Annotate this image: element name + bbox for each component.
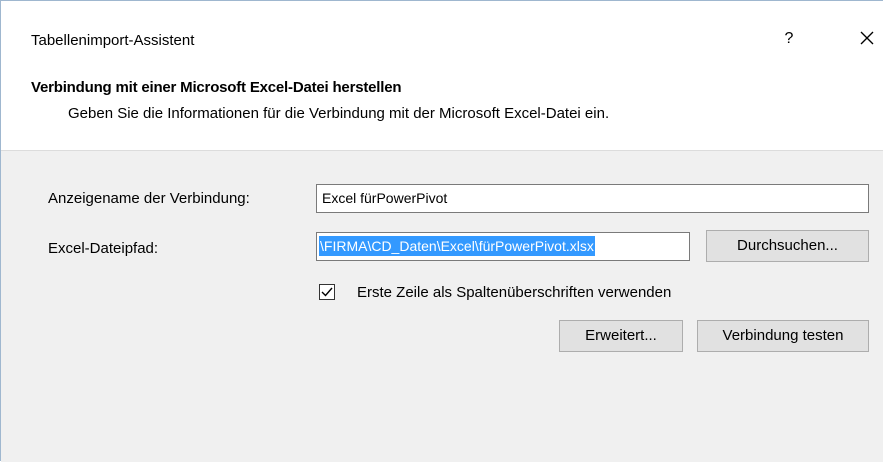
checkmark-icon [320,285,334,299]
window-title: Tabellenimport-Assistent [31,32,195,49]
connection-name-input[interactable]: Excel fürPowerPivot [316,184,869,213]
connection-name-label: Anzeigename der Verbindung: [48,190,250,207]
first-row-headers-checkbox[interactable] [319,284,335,300]
test-connection-button[interactable]: Verbindung testen [697,320,869,352]
file-path-input[interactable]: \FIRMA\CD_Daten\Excel\fürPowerPivot.xlsx [316,232,690,261]
title-bar: Tabellenimport-Assistent ? [1,1,883,55]
file-path-value: \FIRMA\CD_Daten\Excel\fürPowerPivot.xlsx [319,236,595,256]
browse-button[interactable]: Durchsuchen... [706,230,869,262]
header-title: Verbindung mit einer Microsoft Excel-Dat… [31,79,402,96]
help-button[interactable]: ? [777,27,801,51]
close-button[interactable] [853,25,881,51]
wizard-body: Anzeigename der Verbindung: Excel fürPow… [1,151,883,462]
close-icon [853,25,881,51]
wizard-header: Verbindung mit einer Microsoft Excel-Dat… [1,55,883,150]
first-row-headers-label[interactable]: Erste Zeile als Spaltenüberschriften ver… [357,284,671,302]
header-subtitle: Geben Sie die Informationen für die Verb… [68,105,610,122]
connection-name-value: Excel fürPowerPivot [322,190,448,206]
advanced-button[interactable]: Erweitert... [559,320,683,352]
file-path-label: Excel-Dateipfad: [48,240,159,257]
import-wizard-dialog: Tabellenimport-Assistent ? Verbindung mi… [0,0,883,462]
